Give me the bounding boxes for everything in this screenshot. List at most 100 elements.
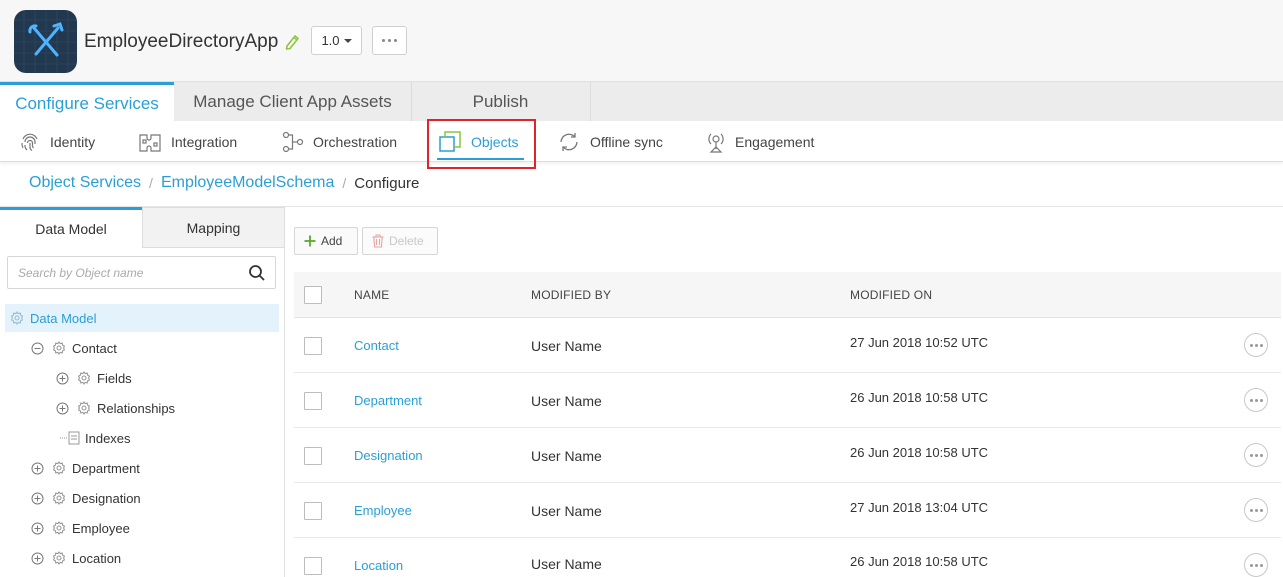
- fingerprint-icon: [21, 133, 38, 151]
- ellipsis-icon: [1249, 343, 1253, 347]
- tree-item-relationships[interactable]: Relationships: [56, 394, 175, 422]
- app-header: EmployeeDirectoryApp 1.0: [0, 0, 1283, 81]
- tree-label: Department: [72, 460, 140, 476]
- top-tabs: Configure Services Manage Client App Ass…: [0, 81, 1283, 122]
- nav-identity[interactable]: Identity: [19, 121, 95, 162]
- nav-offline-sync[interactable]: Offline sync: [557, 121, 663, 162]
- expand-icon[interactable]: [31, 552, 44, 565]
- breadcrumb-schema[interactable]: EmployeeModelSchema: [161, 174, 334, 192]
- plus-icon: [304, 235, 316, 247]
- modified-by: User Name: [531, 502, 602, 519]
- expand-icon[interactable]: [31, 492, 44, 505]
- integration-icon: [139, 133, 161, 152]
- objects-highlight-box: [427, 119, 536, 169]
- tree-label: Indexes: [85, 430, 131, 446]
- ellipsis-icon: [1249, 453, 1253, 457]
- nav-integration[interactable]: Integration: [138, 121, 237, 162]
- tree-item-data-model[interactable]: Data Model: [5, 304, 279, 332]
- app-logo[interactable]: [14, 10, 77, 73]
- ellipsis-icon: [1249, 563, 1253, 567]
- chevron-down-icon: [343, 38, 352, 43]
- add-button-label: Add: [321, 234, 343, 248]
- pencil-icon[interactable]: [284, 32, 300, 50]
- column-modified-by[interactable]: MODIFIED BY: [531, 272, 611, 318]
- tab-configure-services[interactable]: Configure Services: [0, 82, 174, 122]
- app-more-button[interactable]: [372, 26, 407, 55]
- tree-label: Fields: [97, 370, 132, 386]
- select-all-checkbox[interactable]: [304, 286, 322, 304]
- row-more-button[interactable]: [1244, 553, 1268, 577]
- row-checkbox[interactable]: [304, 502, 322, 520]
- tree-label: Contact: [72, 340, 117, 356]
- tab-data-model[interactable]: Data Model: [0, 207, 142, 248]
- gear-icon: [52, 491, 66, 505]
- tab-mapping[interactable]: Mapping: [142, 207, 285, 248]
- nav-orchestration-label: Orchestration: [313, 133, 398, 150]
- object-name-link[interactable]: Designation: [354, 428, 423, 483]
- search-input[interactable]: [18, 257, 238, 288]
- trash-icon: [372, 234, 384, 248]
- sub-nav: Identity Integration Orchestration Objec…: [0, 121, 1283, 162]
- gear-icon: [52, 341, 66, 355]
- table-header: NAME MODIFIED BY MODIFIED ON: [294, 272, 1281, 318]
- nav-engagement[interactable]: Engagement: [706, 121, 814, 162]
- search-box: [7, 256, 276, 289]
- nav-identity-label: Identity: [50, 133, 96, 150]
- row-more-button[interactable]: [1244, 498, 1268, 522]
- breadcrumb: Object Services / EmployeeModelSchema / …: [29, 174, 419, 192]
- tree-item-employee[interactable]: Employee: [31, 514, 130, 542]
- column-name[interactable]: NAME: [354, 272, 389, 318]
- row-checkbox[interactable]: [304, 337, 322, 355]
- expand-icon[interactable]: [31, 522, 44, 535]
- table-row: Department User Name 26 Jun 2018 10:58 U…: [294, 373, 1281, 428]
- tree-item-designation[interactable]: Designation: [31, 484, 141, 512]
- row-checkbox[interactable]: [304, 392, 322, 410]
- tree-item-indexes[interactable]: Indexes: [60, 424, 131, 452]
- search-icon[interactable]: [248, 264, 266, 282]
- breadcrumb-current: Configure: [354, 174, 420, 192]
- tree-label: Location: [72, 550, 122, 566]
- row-more-button[interactable]: [1244, 388, 1268, 412]
- app-name: EmployeeDirectoryApp: [84, 31, 279, 52]
- tab-manage-client-app-assets[interactable]: Manage Client App Assets: [174, 82, 411, 122]
- collapse-icon[interactable]: [31, 342, 44, 355]
- gear-icon: [52, 461, 66, 475]
- document-icon: [60, 431, 80, 445]
- gear-icon: [77, 401, 91, 415]
- modified-on: 27 Jun 2018 13:04 UTC: [850, 500, 989, 515]
- object-name-link[interactable]: Employee: [354, 483, 412, 538]
- table-row: Location User Name 26 Jun 2018 10:58 UTC: [294, 538, 1281, 577]
- tab-publish[interactable]: Publish: [411, 82, 590, 122]
- gear-icon: [52, 521, 66, 535]
- tree-item-fields[interactable]: Fields: [56, 364, 132, 392]
- ellipsis-icon: [1249, 398, 1253, 402]
- column-modified-on[interactable]: MODIFIED ON: [850, 272, 932, 318]
- nav-engagement-label: Engagement: [735, 133, 815, 150]
- nav-orchestration[interactable]: Orchestration: [282, 121, 397, 162]
- table-row: Contact User Name 27 Jun 2018 10:52 UTC: [294, 318, 1281, 373]
- delete-button[interactable]: Delete: [362, 227, 438, 255]
- row-checkbox[interactable]: [304, 557, 322, 575]
- expand-icon[interactable]: [56, 372, 69, 385]
- engagement-icon: [708, 133, 724, 153]
- row-checkbox[interactable]: [304, 447, 322, 465]
- modified-by: User Name: [531, 447, 602, 464]
- tree-item-contact[interactable]: Contact: [31, 334, 117, 362]
- tree-item-department[interactable]: Department: [31, 454, 140, 482]
- add-button[interactable]: Add: [294, 227, 358, 255]
- object-name-link[interactable]: Contact: [354, 318, 399, 373]
- expand-icon[interactable]: [56, 402, 69, 415]
- table-row: Employee User Name 27 Jun 2018 13:04 UTC: [294, 483, 1281, 538]
- expand-icon[interactable]: [31, 462, 44, 475]
- tree-item-location[interactable]: Location: [31, 544, 121, 572]
- row-more-button[interactable]: [1244, 443, 1268, 467]
- nav-integration-label: Integration: [171, 133, 238, 150]
- modified-by: User Name: [531, 337, 602, 354]
- object-name-link[interactable]: Department: [354, 373, 422, 428]
- row-more-button[interactable]: [1244, 333, 1268, 357]
- modified-on: 27 Jun 2018 10:52 UTC: [850, 335, 989, 350]
- version-dropdown[interactable]: 1.0: [311, 26, 362, 55]
- breadcrumb-object-services[interactable]: Object Services: [29, 174, 141, 192]
- tree-label: Employee: [72, 520, 130, 536]
- object-name-link[interactable]: Location: [354, 538, 403, 577]
